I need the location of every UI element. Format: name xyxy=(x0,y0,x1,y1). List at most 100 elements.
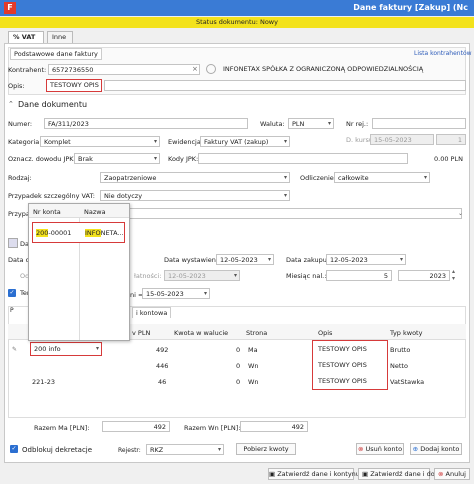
miesiac-field[interactable]: 5 xyxy=(326,270,392,281)
razem-wn-label: Razem Wn [PLN]: xyxy=(184,424,241,432)
odblokuj-label: Odblokuj dekretacje xyxy=(22,446,93,454)
row-typ: VatStawka xyxy=(390,378,425,386)
term-field[interactable]: 15-05-2023 xyxy=(142,288,210,299)
przyp-label: Przypa xyxy=(8,210,30,218)
col-opis: Opis xyxy=(318,329,333,337)
opis-label: Opis: xyxy=(8,82,25,90)
app-logo-icon: F xyxy=(4,2,16,14)
wystawienia-label: Data wystawienia: xyxy=(164,256,224,264)
przypadek-select[interactable]: Nie dotyczy xyxy=(100,190,290,201)
ewidencja-select[interactable]: Faktury VAT (zakup) xyxy=(200,136,290,147)
row-pln: 446 xyxy=(156,362,169,370)
rejestr-label: Rejestr: xyxy=(118,447,141,454)
row-wal: 0 xyxy=(236,378,241,386)
data-label: Data o xyxy=(8,256,30,264)
window-title: Dane faktury [Zakup] (Nc xyxy=(353,3,468,12)
nr-rej-label: Nr rej.: xyxy=(346,120,369,128)
row-opis: TESTOWY OPIS xyxy=(318,361,367,369)
kurs-value: 1 xyxy=(436,134,466,145)
col-kwota-waluta: Kwota w walucie xyxy=(174,329,229,337)
basic-tab[interactable]: Podstawowe dane faktury xyxy=(10,48,102,60)
kontrahent-label: Kontrahent: xyxy=(8,66,47,74)
rok-field[interactable]: 2023 xyxy=(398,270,450,281)
anuluj-label: Anuluj xyxy=(445,470,466,478)
col-pln: v PLN xyxy=(132,329,151,337)
ewidencja-label: Ewidencja: xyxy=(168,138,204,146)
ter-checkbox[interactable]: ✓ xyxy=(8,289,16,297)
zakupu-label: Data zakupu: xyxy=(286,256,330,264)
pobierz-kwoty-button[interactable]: Pobierz kwoty xyxy=(236,443,296,455)
usun-konto-label: Usuń konto xyxy=(365,445,403,453)
kontrahent-name: INFONETAX SPÓŁKA Z OGRANICZONĄ ODPOWIEDZ… xyxy=(223,65,424,73)
popup-col-nr: Nr konta xyxy=(33,208,61,216)
odliczenie-label: Odliczenie: xyxy=(300,174,336,182)
nr-rej-field[interactable] xyxy=(372,118,466,129)
odliczenie-select[interactable]: całkowite xyxy=(334,172,430,183)
odblokuj-checkbox[interactable]: ✓ xyxy=(10,445,18,453)
wystawienia-field[interactable]: 12-05-2023 xyxy=(216,254,274,265)
rodzaj-select[interactable]: Zaopatrzeniowe xyxy=(100,172,290,183)
przyp-field[interactable] xyxy=(128,208,462,219)
clear-icon[interactable]: × xyxy=(192,65,198,73)
row-typ: Netto xyxy=(390,362,408,370)
waluta-label: Waluta: xyxy=(260,120,285,128)
popup-row-name: INFONETA... xyxy=(85,229,124,237)
zatwierdz-dodaj-label: Zatwierdź dane i dod xyxy=(370,470,439,478)
tab-inne[interactable]: Inne xyxy=(47,31,73,43)
opis-field-extension[interactable] xyxy=(104,80,466,91)
opis-field[interactable]: TESTOWY OPIS xyxy=(46,79,102,92)
collapse-icon[interactable]: ⌃ xyxy=(8,100,14,108)
waluta-select[interactable]: PLN xyxy=(288,118,334,129)
contractors-link[interactable]: Lista kontrahentów xyxy=(414,50,472,57)
popup-row-nr: 200-00001 xyxy=(36,229,71,237)
calendar-icon[interactable] xyxy=(8,238,18,248)
edit-icon: ✎ xyxy=(12,346,18,353)
tab-vat[interactable]: % VAT xyxy=(8,31,44,43)
row-typ: Brutto xyxy=(390,346,411,354)
numer-field[interactable]: FA/311/2023 xyxy=(44,118,248,129)
p-tab[interactable]: P xyxy=(10,307,18,315)
zakupu-field[interactable]: 12-05-2023 xyxy=(326,254,406,265)
doc-header: Dane dokumentu xyxy=(18,100,88,109)
dodaj-konto-label: Dodaj konto xyxy=(420,445,460,453)
spinner-icon[interactable]: ▴ ▾ xyxy=(452,268,455,282)
anuluj-button[interactable]: ⊗ Anuluj xyxy=(434,468,470,480)
row-wal: 0 xyxy=(236,346,241,354)
status-bar: Status dokumentu: Nowy xyxy=(0,17,474,28)
zatwierdz-kontynuuj-button[interactable]: ▣ Zatwierdź dane i kontynuuj xyxy=(268,468,366,480)
zatwierdz-kontynuuj-label: Zatwierdź dane i kontynuuj xyxy=(277,470,366,478)
popup-col-nazwa: Nazwa xyxy=(84,208,106,216)
kontowa-tab[interactable]: i kontowa xyxy=(132,307,172,318)
kurs-date: 15-05-2023 xyxy=(370,134,434,145)
kody-field[interactable] xyxy=(198,153,408,164)
col-strona: Strona xyxy=(246,329,268,337)
konto-input[interactable]: 200 info xyxy=(30,342,102,356)
row-pln: 492 xyxy=(156,346,169,354)
popup-row-name-match: INFO xyxy=(85,229,101,237)
rejestr-select[interactable]: RKZ xyxy=(146,444,224,455)
row-strona: Wn xyxy=(248,378,259,386)
col-typ: Typ kwoty xyxy=(390,329,423,337)
search-icon[interactable] xyxy=(206,64,216,74)
kurs-label: D. kursu xyxy=(346,136,373,144)
kontrahent-field[interactable]: 6572736550 xyxy=(48,64,200,75)
przypadek-label: Przypadek szczególny VAT: xyxy=(8,192,95,200)
razem-ma-label: Razem Ma [PLN]: xyxy=(34,424,90,432)
save-icon: ▣ xyxy=(362,470,371,478)
dodaj-konto-button[interactable]: ⊕ Dodaj konto xyxy=(410,443,462,455)
usun-konto-button[interactable]: ⊗ Usuń konto xyxy=(356,443,404,455)
platnosci-label: łatności: xyxy=(134,272,162,280)
row-konto: 221-23 xyxy=(32,378,56,386)
razem-wn-value: 492 xyxy=(240,421,308,432)
row-wal: 0 xyxy=(236,362,241,370)
cancel-icon: ⊗ xyxy=(438,470,446,478)
rodzaj-label: Rodzaj: xyxy=(8,174,32,182)
kategoria-select[interactable]: Komplet xyxy=(40,136,160,147)
zatwierdz-dodaj-button[interactable]: ▣ Zatwierdź dane i dod xyxy=(358,468,439,480)
title-bar: F Dane faktury [Zakup] (Nc xyxy=(0,0,474,16)
platnosci-field: 12-05-2023 xyxy=(164,270,240,281)
miesiac-label: Miesiąc nal.: xyxy=(286,272,327,280)
kategoria-label: Kategoria: xyxy=(8,138,42,146)
chevron-down-icon[interactable]: ⌄ xyxy=(458,210,463,217)
oznacz-select[interactable]: Brak xyxy=(74,153,160,164)
